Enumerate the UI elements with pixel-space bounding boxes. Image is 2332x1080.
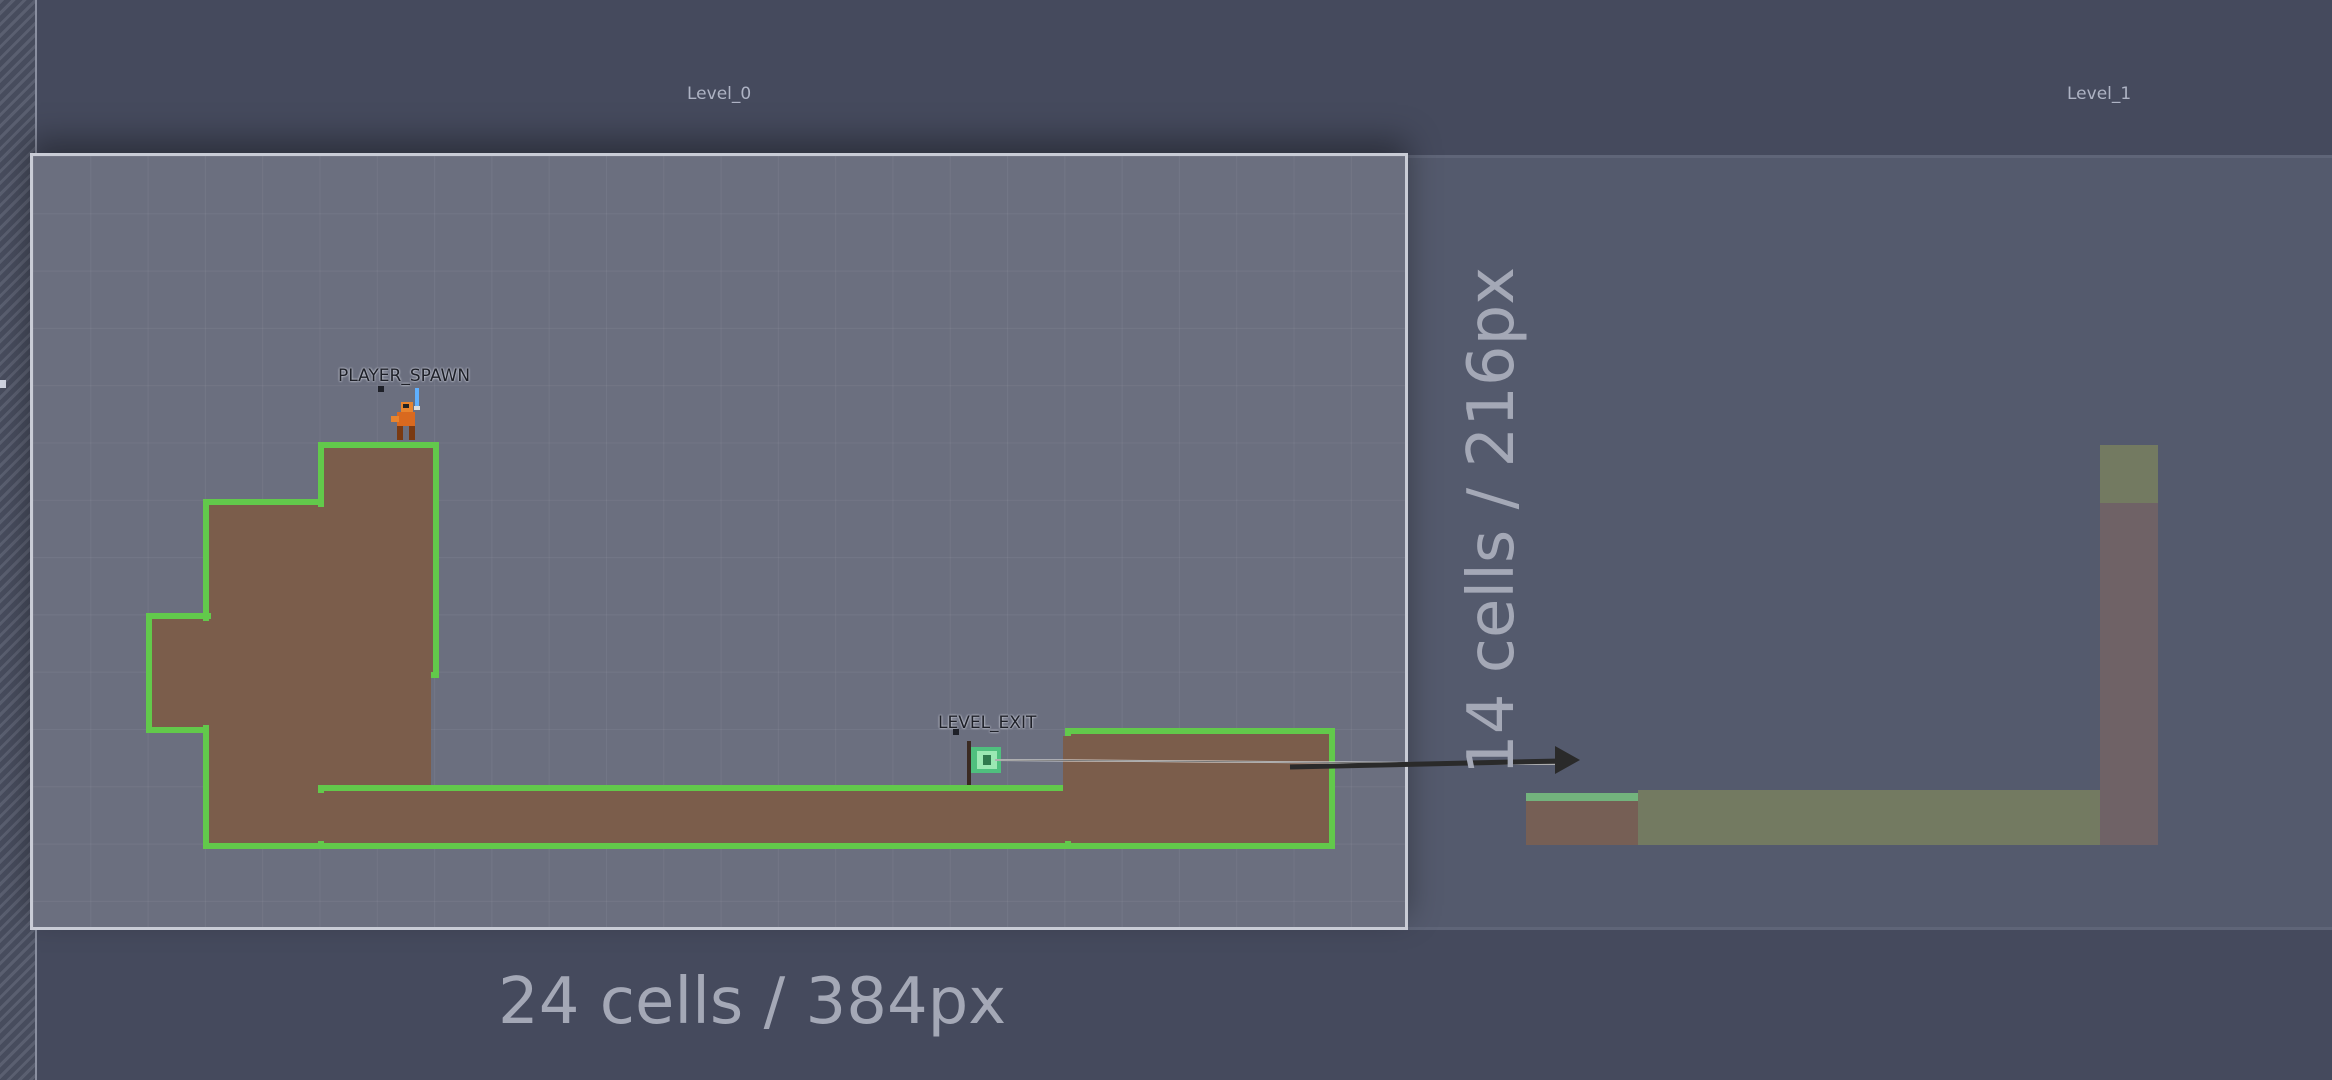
level-width-dimension: 24 cells / 384px [498, 965, 1007, 1039]
level-height-dimension: 14 cells / 216px [1455, 266, 1529, 775]
link-arrow-icon [994, 746, 1580, 774]
